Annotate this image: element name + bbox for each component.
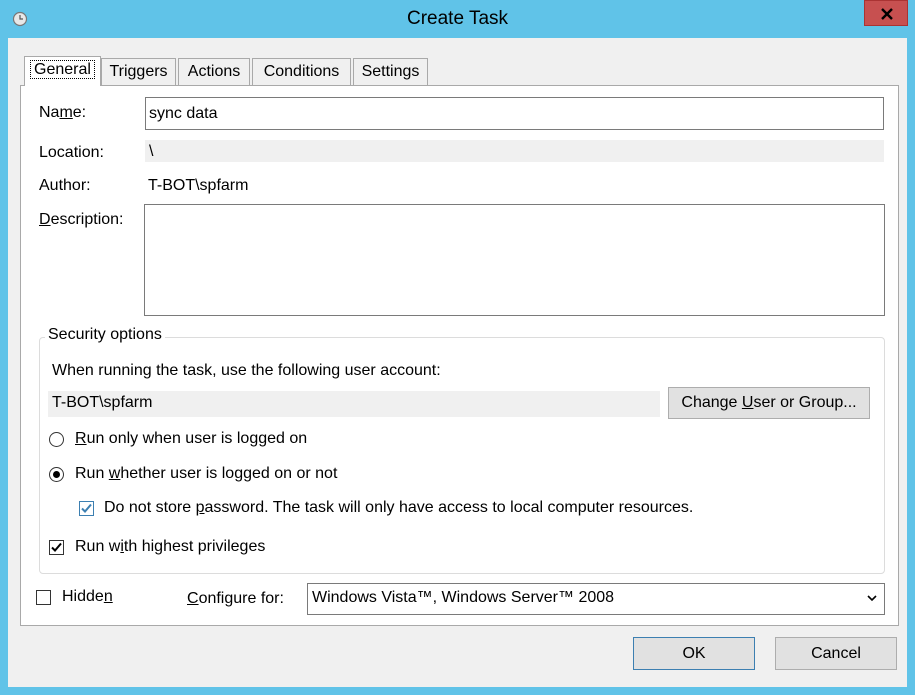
chevron-down-icon bbox=[867, 595, 877, 602]
hidden-checkbox[interactable] bbox=[36, 590, 51, 605]
general-tab-panel: Name: Location: \ Author: T-BOT\spfarm D… bbox=[20, 85, 899, 626]
tab-triggers-label: Triggers bbox=[109, 63, 168, 80]
do-not-store-password-checkbox[interactable] bbox=[79, 501, 94, 516]
description-input[interactable] bbox=[144, 204, 885, 316]
run-whether-logged-on-label[interactable]: Run whether user is logged on or not bbox=[75, 465, 337, 483]
user-account-value: T-BOT\spfarm bbox=[48, 391, 660, 417]
checkmark-icon bbox=[51, 542, 62, 552]
location-value: \ bbox=[145, 140, 884, 162]
description-label: Description: bbox=[39, 211, 124, 228]
run-whether-logged-on-radio[interactable] bbox=[49, 467, 64, 482]
run-logged-on-radio[interactable] bbox=[49, 432, 64, 447]
author-label: Author: bbox=[39, 177, 91, 194]
window-title: Create Task bbox=[406, 8, 509, 29]
security-options-title: Security options bbox=[45, 326, 165, 344]
tab-conditions[interactable]: Conditions bbox=[252, 58, 351, 85]
tab-actions[interactable]: Actions bbox=[178, 58, 250, 85]
close-icon bbox=[881, 8, 893, 20]
tab-triggers[interactable]: Triggers bbox=[101, 58, 176, 85]
tab-settings-label: Settings bbox=[361, 63, 420, 80]
name-input[interactable] bbox=[145, 97, 884, 130]
tab-general[interactable]: General bbox=[24, 56, 101, 86]
location-label: Location: bbox=[39, 144, 104, 161]
tab-actions-label: Actions bbox=[187, 63, 241, 80]
tab-general-label: General bbox=[30, 60, 95, 79]
configure-for-value: Windows Vista™, Windows Server™ 2008 bbox=[312, 589, 615, 606]
change-user-button[interactable]: Change User or Group... bbox=[668, 387, 870, 419]
title-bar[interactable]: Create Task bbox=[0, 0, 915, 38]
dialog-body: General Triggers Actions Conditions Sett… bbox=[8, 38, 907, 687]
run-logged-on-label[interactable]: Run only when user is logged on bbox=[75, 430, 307, 448]
name-label: Name: bbox=[39, 104, 87, 121]
do-not-store-password-label[interactable]: Do not store password. The task will onl… bbox=[104, 499, 693, 517]
create-task-window: Create Task General Triggers Actions Con… bbox=[0, 0, 915, 695]
account-prompt: When running the task, use the following… bbox=[52, 362, 441, 379]
tab-settings[interactable]: Settings bbox=[353, 58, 428, 85]
ok-button[interactable]: OK bbox=[633, 637, 755, 670]
cancel-button[interactable]: Cancel bbox=[775, 637, 897, 670]
close-button[interactable] bbox=[864, 0, 908, 26]
author-value: T-BOT\spfarm bbox=[148, 177, 249, 194]
hidden-label[interactable]: Hidden bbox=[62, 588, 113, 606]
checkmark-icon bbox=[81, 503, 92, 513]
configure-for-select[interactable]: Windows Vista™, Windows Server™ 2008 bbox=[307, 583, 885, 615]
tab-conditions-label: Conditions bbox=[263, 63, 340, 80]
configure-for-label: Configure for: bbox=[187, 590, 284, 607]
highest-privileges-label[interactable]: Run with highest privileges bbox=[75, 538, 265, 556]
highest-privileges-checkbox[interactable] bbox=[49, 540, 64, 555]
